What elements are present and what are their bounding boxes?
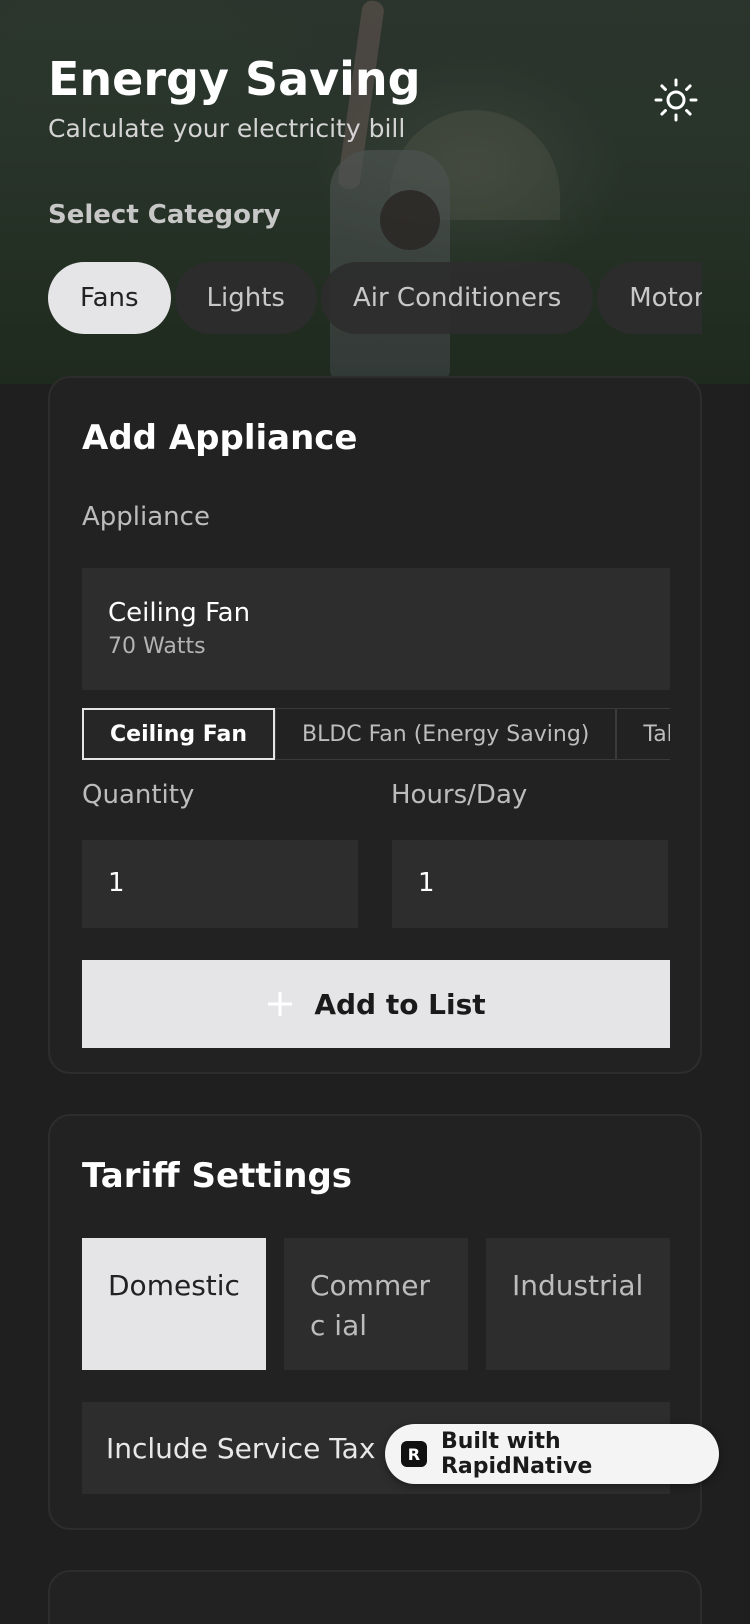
category-chip-air-conditioners[interactable]: Air Conditioners bbox=[320, 262, 594, 334]
built-with-label: Built with RapidNative bbox=[440, 1429, 593, 1479]
tariff-option-domestic[interactable]: Domestic bbox=[82, 1238, 266, 1370]
add-to-list-button[interactable]: Add to List bbox=[82, 960, 670, 1048]
appliance-label: Appliance bbox=[82, 502, 210, 532]
add-appliance-card: Add Appliance Appliance Ceiling Fan 70 W… bbox=[48, 376, 702, 1074]
service-tax-label: Include Service Tax (1 bbox=[106, 1432, 414, 1465]
category-chip-motor[interactable]: Motor bbox=[597, 262, 702, 334]
hours-per-day-label: Hours/Day bbox=[391, 780, 528, 810]
add-to-list-label: Add to List bbox=[314, 987, 486, 1021]
theme-toggle-button[interactable] bbox=[652, 76, 700, 124]
category-chip-lights[interactable]: Lights bbox=[174, 262, 317, 334]
built-with-rapidnative-badge[interactable]: R Built with RapidNative bbox=[385, 1424, 719, 1484]
appliance-type-ceiling-fan[interactable]: Ceiling Fan bbox=[82, 708, 276, 760]
add-appliance-title: Add Appliance bbox=[82, 418, 358, 458]
tariff-settings-title: Tariff Settings bbox=[82, 1156, 353, 1196]
appliance-type-bldc-fan[interactable]: BLDC Fan (Energy Saving) bbox=[275, 708, 617, 760]
next-card bbox=[48, 1570, 702, 1624]
page-title: Energy Saving bbox=[48, 52, 421, 106]
appliance-type-selector: Ceiling Fan BLDC Fan (Energy Saving) Tab bbox=[82, 708, 670, 760]
category-chips: Fans Lights Air Conditioners Motor bbox=[48, 262, 702, 334]
selected-appliance-name: Ceiling Fan bbox=[108, 598, 251, 628]
appliance-type-table-fan[interactable]: Tab bbox=[616, 708, 670, 760]
tariff-option-commercial[interactable]: Commerc ial bbox=[284, 1238, 468, 1370]
select-category-label: Select Category bbox=[48, 200, 281, 230]
sun-icon bbox=[654, 78, 698, 122]
plus-icon bbox=[268, 992, 293, 1016]
rapidnative-logo-icon: R bbox=[401, 1441, 427, 1467]
page-subtitle: Calculate your electricity bill bbox=[48, 114, 406, 143]
selected-appliance-watts: 70 Watts bbox=[108, 634, 206, 659]
hours-per-day-input[interactable]: 1 bbox=[392, 840, 668, 928]
category-chip-fans[interactable]: Fans bbox=[48, 262, 171, 334]
quantity-value: 1 bbox=[108, 868, 125, 898]
selected-appliance-display[interactable]: Ceiling Fan 70 Watts bbox=[82, 568, 670, 690]
quantity-input[interactable]: 1 bbox=[82, 840, 358, 928]
tariff-option-industrial[interactable]: Industrial bbox=[486, 1238, 670, 1370]
hours-per-day-value: 1 bbox=[418, 868, 435, 898]
quantity-label: Quantity bbox=[82, 780, 195, 810]
